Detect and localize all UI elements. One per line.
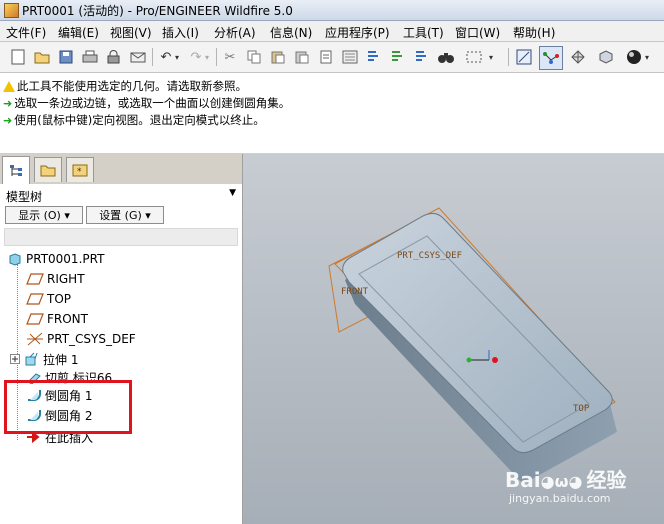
copy-icon[interactable] xyxy=(244,47,264,67)
lock-icon[interactable] xyxy=(104,47,124,67)
tree-column-header xyxy=(4,228,238,246)
csys-label: PRT_CSYS_DEF xyxy=(397,251,462,261)
selection-box-icon[interactable] xyxy=(464,47,484,67)
csys-icon xyxy=(27,332,43,346)
message-line: ➜ 选取一条边或边链，或选取一个曲面以创建倒圆角集。 xyxy=(3,96,291,110)
window-title: PRT0001 (活动的) - Pro/ENGINEER Wildfire 5.… xyxy=(22,4,293,18)
navigator-tabs: * xyxy=(0,154,242,184)
open-folder-icon[interactable] xyxy=(32,47,52,67)
arrow-icon: ➜ xyxy=(3,113,13,127)
tree-item-right[interactable]: RIGHT xyxy=(26,270,85,288)
main-toolbar: ↶ ▾ ↷ ▾ ✂ ▾ ▾ xyxy=(0,42,664,73)
menu-info[interactable]: 信息(N) xyxy=(270,24,312,41)
menu-file[interactable]: 文件(F) xyxy=(6,24,46,41)
paste-icon[interactable] xyxy=(268,47,288,67)
highlight-box xyxy=(4,380,132,434)
panel-menu-icon[interactable]: ▼ xyxy=(229,188,236,198)
navigator-panel: * 模型树 ▼ 显示 (O) ▾ 设置 (G) ▾ PRT0001.PRT RI… xyxy=(0,154,243,524)
print-icon[interactable] xyxy=(80,47,100,67)
watermark-url: jingyan.baidu.com xyxy=(509,492,611,505)
search-tool-icon[interactable] xyxy=(364,47,384,67)
appearance-icon[interactable] xyxy=(596,47,616,67)
regenerate-icon[interactable] xyxy=(316,47,336,67)
menu-bar: 文件(F) 编辑(E) 视图(V) 插入(I) 分析(A) 信息(N) 应用程序… xyxy=(0,21,664,42)
paste-special-icon[interactable] xyxy=(292,47,312,67)
send-mail-icon[interactable] xyxy=(128,47,148,67)
title-bar: PRT0001 (活动的) - Pro/ENGINEER Wildfire 5.… xyxy=(0,0,664,21)
datum-plane-icon xyxy=(26,293,44,305)
tab-favorites[interactable]: * xyxy=(66,157,94,182)
datum-plane-icon xyxy=(26,273,44,285)
extrude-icon xyxy=(25,352,38,366)
refit-icon[interactable] xyxy=(412,47,432,67)
menu-window[interactable]: 窗口(W) xyxy=(455,24,500,41)
graphics-window[interactable]: PRT_CSYS_DEF FRONT TOP Bai◕ω◕ 经验 jingyan.… xyxy=(243,154,664,524)
menu-view[interactable]: 视图(V) xyxy=(110,24,152,41)
settings-button[interactable]: 设置 (G) ▾ xyxy=(86,206,164,224)
menu-edit[interactable]: 编辑(E) xyxy=(58,24,99,41)
new-file-icon[interactable] xyxy=(8,47,28,67)
selection-dropdown-icon[interactable]: ▾ xyxy=(486,47,496,67)
undo-dropdown-icon[interactable]: ▾ xyxy=(172,47,182,67)
message-area: 此工具不能使用选定的几何。请选取新参照。 ➜ 选取一条边或边链，或选取一个曲面以… xyxy=(0,73,664,153)
tree-item-part[interactable]: PRT0001.PRT xyxy=(8,250,104,268)
tree-item-top[interactable]: TOP xyxy=(26,290,71,308)
tree-item-csys[interactable]: PRT_CSYS_DEF xyxy=(26,330,136,348)
datum-plane-icon xyxy=(26,313,44,325)
tree-item-extrude[interactable]: 拉伸 1 xyxy=(10,350,78,368)
menu-help[interactable]: 帮助(H) xyxy=(513,24,555,41)
regen-manager-icon[interactable] xyxy=(340,47,360,67)
tab-model-tree[interactable] xyxy=(2,156,30,184)
model-tree-icon xyxy=(10,164,22,176)
app-icon xyxy=(4,3,19,18)
part-icon xyxy=(9,253,21,266)
shade-dropdown-icon[interactable]: ▾ xyxy=(642,47,652,67)
top-label: TOP xyxy=(573,404,590,414)
folder-icon xyxy=(40,165,56,177)
binoculars-icon[interactable] xyxy=(436,47,456,67)
svg-text:*: * xyxy=(77,167,82,177)
redo-dropdown-icon[interactable]: ▾ xyxy=(202,47,212,67)
select-tool-icon[interactable] xyxy=(388,47,408,67)
front-label: FRONT xyxy=(341,287,369,297)
menu-applications[interactable]: 应用程序(P) xyxy=(325,24,390,41)
favorites-icon: * xyxy=(72,164,88,177)
tab-folder-browser[interactable] xyxy=(34,157,62,182)
warning-icon xyxy=(3,80,15,92)
cut-icon[interactable]: ✂ xyxy=(220,47,240,67)
expand-icon[interactable] xyxy=(10,354,20,364)
message-line: 此工具不能使用选定的几何。请选取新参照。 xyxy=(3,78,247,94)
arrow-icon: ➜ xyxy=(3,96,13,110)
sketch-view-icon[interactable] xyxy=(514,47,534,67)
tree-item-front[interactable]: FRONT xyxy=(26,310,88,328)
save-icon[interactable] xyxy=(56,47,76,67)
baidu-watermark: Bai◕ω◕ 经验 xyxy=(505,468,627,492)
menu-analysis[interactable]: 分析(A) xyxy=(214,24,256,41)
menu-insert[interactable]: 插入(I) xyxy=(162,24,199,41)
datum-display-icon[interactable] xyxy=(539,46,563,70)
model-tree-title: 模型树 xyxy=(6,190,43,204)
menu-tools[interactable]: 工具(T) xyxy=(403,24,444,41)
spin-center-icon[interactable] xyxy=(568,47,588,67)
message-line: ➜ 使用(鼠标中键)定向视图。退出定向模式以终止。 xyxy=(3,113,265,127)
display-button[interactable]: 显示 (O) ▾ xyxy=(5,206,83,224)
shade-sphere-icon[interactable] xyxy=(624,47,644,67)
